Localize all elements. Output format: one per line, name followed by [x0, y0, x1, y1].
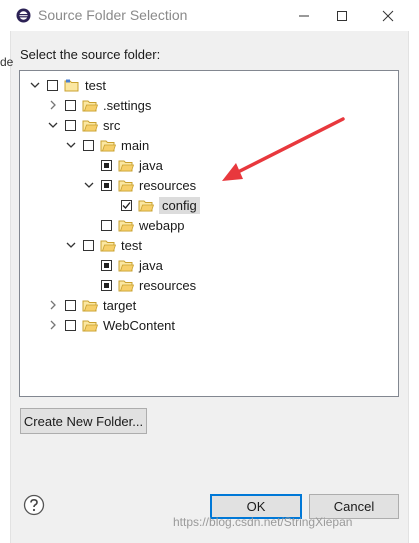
create-new-folder-button[interactable]: Create New Folder... [20, 408, 147, 434]
watermark-text: https://blog.csdn.net/StringXiepan [173, 515, 353, 529]
help-icon[interactable] [23, 494, 45, 516]
annotation-arrow-icon [222, 117, 345, 181]
